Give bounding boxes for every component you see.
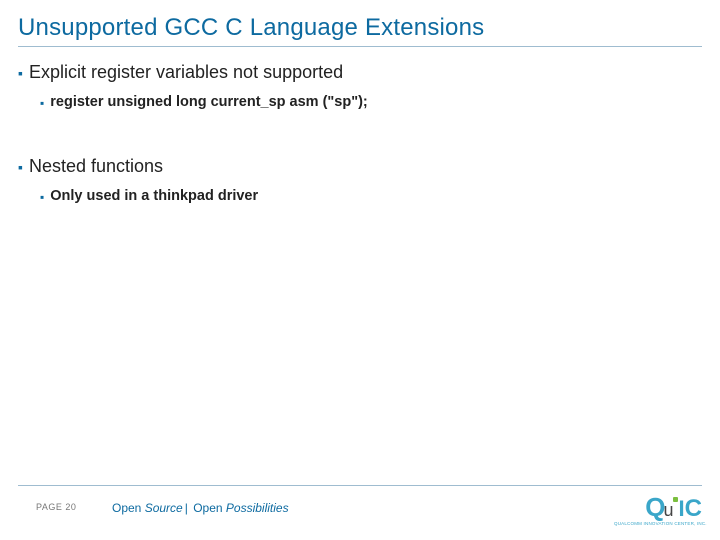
bullet-text: Explicit register variables not supporte… [29, 62, 343, 83]
tagline-segment: Open [190, 501, 226, 515]
page-number: PAGE 20 [36, 502, 76, 512]
tagline-segment-italic: Source [145, 501, 183, 515]
title-divider [18, 46, 702, 47]
logo-letter-u: u [664, 500, 674, 521]
bullet-text: register unsigned long current_sp asm ("… [50, 94, 368, 110]
footer-divider [18, 485, 702, 486]
bullet-text: Only used in a thinkpad driver [50, 188, 258, 204]
logo-dot-icon [673, 497, 678, 502]
bullet-icon: ▪ [40, 188, 44, 206]
quic-logo: QuIC QUALCOMM INNOVATION CENTER, INC. [614, 492, 702, 526]
logo-letter-q: Q [645, 492, 663, 523]
slide: Unsupported GCC C Language Extensions ▪ … [0, 0, 720, 540]
tagline-segment: Open [112, 501, 145, 515]
tagline-segment-italic: Possibilities [226, 501, 289, 515]
content-area: ▪ Explicit register variables not suppor… [18, 62, 702, 232]
bullet-level1: ▪ Nested functions [18, 156, 702, 178]
bullet-icon: ▪ [18, 62, 23, 84]
bullet-level2: ▪ register unsigned long current_sp asm … [40, 94, 702, 112]
tagline-divider: | [185, 501, 188, 515]
footer-tagline: Open Source| Open Possibilities [112, 501, 289, 515]
bullet-level2: ▪ Only used in a thinkpad driver [40, 188, 702, 206]
logo-subtitle: QUALCOMM INNOVATION CENTER, INC. [614, 521, 702, 526]
logo-letter-c: C [685, 495, 702, 523]
bullet-icon: ▪ [18, 156, 23, 178]
logo-graphic: QuIC [614, 492, 702, 523]
bullet-icon: ▪ [40, 94, 44, 112]
bullet-text: Nested functions [29, 156, 163, 177]
bullet-level1: ▪ Explicit register variables not suppor… [18, 62, 702, 84]
slide-title: Unsupported GCC C Language Extensions [18, 14, 484, 42]
